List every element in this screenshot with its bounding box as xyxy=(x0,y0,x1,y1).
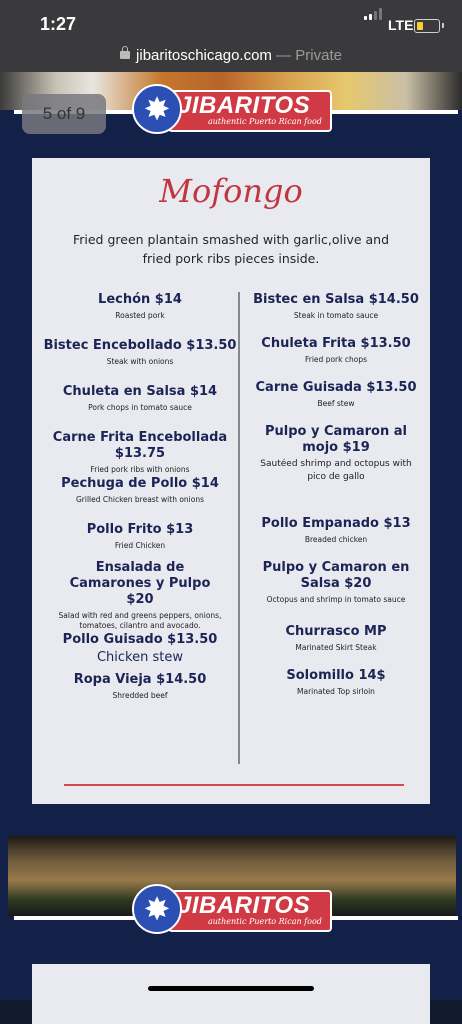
menu-item: Churrasco MP Marinated Skirt Steak xyxy=(285,624,387,652)
menu-item: Ropa Vieja $14.50 Shredded beef xyxy=(73,672,207,700)
menu-item: Chuleta Frita $13.50 Fried pork chops xyxy=(261,336,411,364)
menu-item: Solomillo 14$ Marinated Top sirloin xyxy=(286,668,386,696)
battery-icon xyxy=(414,19,444,33)
page-indicator: 5 of 9 xyxy=(22,94,106,134)
logo-name: JIBARITOS xyxy=(178,92,311,119)
menu-item: Chuleta en Salsa $14 Pork chops in tomato… xyxy=(62,384,218,412)
home-indicator[interactable] xyxy=(148,986,314,991)
status-time: 1:27 xyxy=(40,14,77,34)
page-content: 5 of 9 JIBARITOS authentic Puerto Rican f… xyxy=(0,72,462,1024)
menu-item: Pulpo y Camaron al mojo $19 Sautéed shrim… xyxy=(260,424,412,482)
menu-item: Pollo Frito $13 Fried Chicken xyxy=(86,522,194,550)
menu-card-next xyxy=(32,964,430,1024)
menu-item: Pulpo y Camaron en Salsa $20 Octopus and … xyxy=(262,560,410,604)
logo: JIBARITOS authentic Puerto Rican food ✸ xyxy=(132,84,332,134)
red-divider xyxy=(64,784,404,786)
private-label: — Private xyxy=(276,47,342,64)
star-icon: ✸ xyxy=(132,884,182,934)
lock-icon xyxy=(120,46,131,59)
menu-item: Carne Frita Encebollada $13.75 Fried pork… xyxy=(52,430,228,474)
menu-item: Lechón $14 Roasted pork xyxy=(98,292,182,320)
menu-item: Pollo Empanado $13 Breaded chicken xyxy=(261,516,411,544)
menu-description: Fried green plantain smashed with garlic… xyxy=(72,232,390,266)
menu-item: Pechuga de Pollo $14 Grilled Chicken brea… xyxy=(61,476,219,504)
menu-card: Mofongo Fried green plantain smashed wit… xyxy=(32,158,430,804)
url-bar[interactable]: jibaritoschicago.com — Private xyxy=(0,44,462,72)
menu-item: Carne Guisada $13.50 Beef stew xyxy=(255,380,417,408)
status-bar: 1:27 LTE xyxy=(0,0,462,44)
url-domain: jibaritoschicago.com xyxy=(136,47,272,64)
star-icon: ✸ xyxy=(132,84,182,134)
logo-tagline: authentic Puerto Rican food xyxy=(208,117,322,126)
menu-item: Bistec en Salsa $14.50 Steak in tomato sa… xyxy=(253,292,419,320)
menu-item: Bistec Encebollado $13.50 Steak with onio… xyxy=(43,338,237,366)
menu-title: Mofongo xyxy=(159,172,303,210)
network-label: LTE xyxy=(388,17,414,33)
logo-2: JIBARITOS authentic Puerto Rican food ✸ xyxy=(132,884,332,934)
menu-item: Pollo Guisado $13.50 Chicken stew xyxy=(62,632,218,665)
menu-item: Ensalada de Camarones y Pulpo $20 Salad w… xyxy=(58,560,222,630)
